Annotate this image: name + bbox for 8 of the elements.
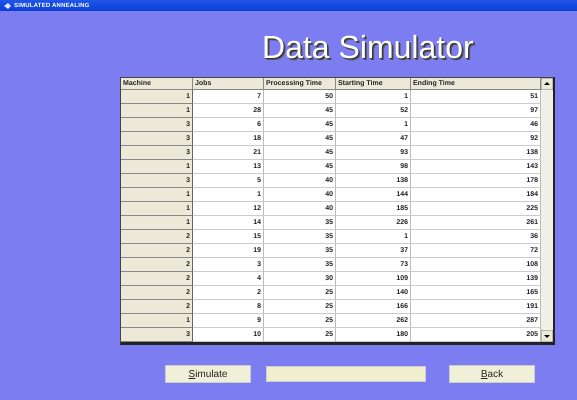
app-icon (4, 2, 11, 8)
scroll-down-icon[interactable] (541, 330, 553, 342)
scrollbar[interactable] (541, 78, 553, 342)
action-button[interactable]: Back (449, 365, 535, 383)
scroll-up-icon[interactable] (541, 78, 553, 90)
action-button[interactable]: Simulate (165, 365, 251, 383)
page-heading: Data Simulator (262, 28, 474, 66)
status-field[interactable] (266, 366, 426, 382)
